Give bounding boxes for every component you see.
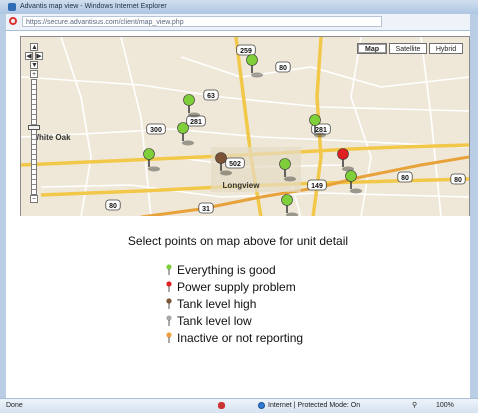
legend-item-tank-high: Tank level high — [166, 296, 303, 313]
zoom-slider[interactable] — [31, 79, 37, 195]
status-text: Done — [6, 402, 23, 409]
pan-right-button[interactable]: ▶ — [35, 52, 43, 60]
svg-text:63: 63 — [207, 93, 215, 100]
url-field[interactable]: https://secure.advantisus.com/client/map… — [22, 16, 382, 27]
status-bar: Done Internet | Protected Mode: On ⚲ 100… — [0, 398, 478, 413]
page-content: Select points on map above for unit deta… — [6, 216, 470, 396]
svg-text:80: 80 — [109, 203, 117, 210]
brown-pin-icon — [166, 298, 172, 309]
orange-pin-icon — [166, 332, 172, 343]
road-shield: 300 — [146, 123, 166, 135]
svg-text:300: 300 — [150, 127, 162, 134]
title-bar: Advantis map view - Windows Internet Exp… — [0, 0, 478, 14]
legend-label: Inactive or not reporting — [177, 331, 304, 345]
svg-text:Longview: Longview — [223, 181, 261, 190]
legend-item-tank-low: Tank level low — [166, 313, 303, 330]
road-shield: 502 — [225, 157, 245, 169]
zoom-level[interactable]: 100% — [436, 399, 454, 412]
svg-text:281: 281 — [190, 119, 202, 126]
globe-icon — [258, 402, 265, 409]
error-icon[interactable] — [218, 402, 225, 409]
legend-item-power: Power supply problem — [166, 279, 303, 296]
road-shield: 149 — [307, 179, 327, 191]
pan-left-button[interactable]: ◀ — [25, 52, 33, 60]
road-shield: 80 — [450, 173, 466, 185]
zoom-slider-thumb[interactable] — [28, 125, 40, 130]
legend: Everything is good Power supply problem … — [166, 262, 303, 347]
city-label: Longview — [223, 181, 261, 190]
window-title: Advantis map view - Windows Internet Exp… — [20, 3, 167, 10]
map-type-map-button[interactable]: Map — [357, 43, 387, 54]
legend-label: Power supply problem — [177, 280, 296, 294]
road-shield: 31 — [198, 202, 214, 214]
legend-label: Tank level high — [177, 297, 257, 311]
map-canvas[interactable]: 2598063281300 28150214980 803180LongviewWh… — [21, 37, 469, 217]
pan-up-button[interactable]: ▲ — [30, 43, 38, 51]
map-view[interactable]: 259 80 63 281 300 281 502 149 80 80 31 80 Longview Wh… — [20, 36, 470, 218]
zoom-icon: ⚲ — [412, 402, 418, 409]
road-shield: 281 — [186, 115, 206, 127]
legend-item-good: Everything is good — [166, 262, 303, 279]
pan-down-button[interactable]: ▼ — [30, 61, 38, 69]
legend-label: Tank level low — [177, 314, 252, 328]
svg-text:502: 502 — [229, 161, 241, 168]
road-shield: 80 — [397, 171, 413, 183]
svg-text:80: 80 — [401, 175, 409, 182]
ie-icon — [8, 3, 16, 11]
green-pin-icon — [166, 264, 172, 275]
road-shield: 80 — [105, 199, 121, 211]
road-shield: 63 — [203, 89, 219, 101]
svg-text:31: 31 — [202, 206, 210, 213]
road-shield: 259 — [236, 44, 256, 56]
map-type-satellite-button[interactable]: Satellite — [389, 43, 427, 54]
zoom-out-button[interactable]: − — [30, 195, 38, 203]
security-icon — [9, 17, 17, 25]
security-zone[interactable]: Internet | Protected Mode: On — [268, 399, 360, 412]
instruction-text: Select points on map above for unit deta… — [127, 234, 349, 248]
red-pin-icon — [166, 281, 172, 292]
legend-item-inactive: Inactive or not reporting — [166, 330, 303, 347]
gray-pin-icon — [166, 315, 172, 326]
svg-text:80: 80 — [279, 65, 287, 72]
svg-text:80: 80 — [454, 177, 462, 184]
svg-text:149: 149 — [311, 183, 323, 190]
zoom-control: ▲ ◀ ▶ ▼ + − — [25, 43, 43, 203]
address-bar: https://secure.advantisus.com/client/map… — [6, 14, 470, 31]
zoom-in-button[interactable]: + — [30, 70, 38, 78]
browser-window: Advantis map view - Windows Internet Exp… — [0, 0, 478, 413]
map-type-hybrid-button[interactable]: Hybrid — [429, 43, 463, 54]
legend-label: Everything is good — [177, 263, 276, 277]
road-shield: 80 — [275, 61, 291, 73]
svg-text:259: 259 — [240, 48, 252, 55]
